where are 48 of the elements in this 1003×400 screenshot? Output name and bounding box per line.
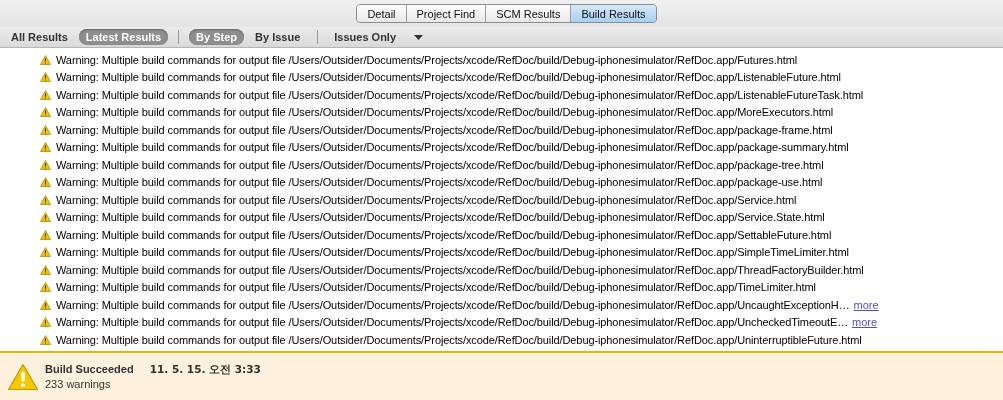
warning-icon (40, 54, 51, 65)
warning-icon (40, 177, 51, 188)
tab[interactable]: Build Results (570, 5, 656, 22)
warning-icon (40, 194, 51, 205)
warning-message: Warning: Multiple build commands for output file /Users/Outsider/Documents/Projects/xcode/RefDoc/build/Debug-iphonesimulator/RefDoc.app/ListenableFutureTask.html (56, 88, 864, 101)
warning-icon (40, 142, 51, 153)
warning-message: Warning: Multiple build commands for output file /Users/Outsider/Documents/Projects/xcode/RefDoc/build/Debug-iphonesimulator/RefDoc.app/SimpleTimeLimiter.html (56, 246, 849, 259)
warning-message: Warning: Multiple build commands for output file /Users/Outsider/Documents/Projects/xcode/RefDoc/build/Debug-iphonesimulator/RefDoc.app/package-frame.html (56, 123, 833, 136)
warning-icon (40, 159, 51, 170)
warning-icon (40, 107, 51, 118)
warning-icon (40, 229, 51, 240)
warning-icon (40, 317, 51, 328)
caret-icon (414, 34, 424, 40)
warning-icon (40, 299, 51, 310)
more-link[interactable]: more (852, 316, 878, 329)
warning-icon (40, 89, 51, 100)
tab[interactable]: Detail (357, 5, 406, 22)
warning-message: Warning: Multiple build commands for output file /Users/Outsider/Documents/Projects/xcode/RefDoc/build/Debug-iphonesimulator/RefDoc.app/ListenableFuture.html (56, 71, 841, 84)
warning-icon (40, 247, 51, 258)
warning-message: Warning: Multiple build commands for output file /Users/Outsider/Documents/Projects/xcode/RefDoc/build/Debug-iphonesimulator/RefDoc.app/TimeLimiter.html (56, 281, 816, 294)
warning-message: Warning: Multiple build commands for output file /Users/Outsider/Documents/Projects/xcode/RefDoc/build/Debug-iphonesimulator/RefDoc.app/UncaughtExceptionH… (56, 298, 850, 311)
more-link[interactable]: more (853, 298, 879, 311)
warning-icon (40, 212, 51, 223)
tab[interactable]: Project Find (405, 5, 486, 22)
warning-message: Warning: Multiple build commands for output file /Users/Outsider/Documents/Projects/xcode/RefDoc/build/Debug-iphonesimulator/RefDoc.app/Service.State.html (56, 211, 825, 224)
warning-message: Warning: Multiple build commands for output file /Users/Outsider/Documents/Projects/xcode/RefDoc/build/Debug-iphonesimulator/RefDoc.app/Futures.html (56, 53, 798, 66)
warning-icon (7, 362, 39, 391)
warning-message: Warning: Multiple build commands for output file /Users/Outsider/Documents/Projects/xcode/RefDoc/build/Debug-iphonesimulator/RefDoc.app/UninterruptibleFuture.html (56, 333, 862, 346)
warning-message: Warning: Multiple build commands for output file /Users/Outsider/Documents/Projects/xcode/RefDoc/build/Debug-iphonesimulator/RefDoc.app/UncheckedTimeoutE… (56, 316, 849, 329)
build-status: Build Succeeded (45, 363, 134, 377)
warning-message: Warning: Multiple build commands for output file /Users/Outsider/Documents/Projects/xcode/RefDoc/build/Debug-iphonesimulator/RefDoc.app/MoreExecutors.html (56, 106, 834, 119)
warning-icon (40, 334, 51, 345)
warning-icon (40, 264, 51, 275)
warning-message: Warning: Multiple build commands for output file /Users/Outsider/Documents/Projects/xcode/RefDoc/build/Debug-iphonesimulator/RefDoc.app/package-tree.html (56, 158, 824, 171)
warning-message: Warning: Multiple build commands for output file /Users/Outsider/Documents/Projects/xcode/RefDoc/build/Debug-iphonesimulator/RefDoc.app/package-summary.html (56, 141, 849, 154)
tab[interactable]: SCM Results (485, 5, 571, 22)
build-time: 11. 5. 15. 오전 3:33 (149, 363, 261, 377)
warning-message: Warning: Multiple build commands for output file /Users/Outsider/Documents/Projects/xcode/RefDoc/build/Debug-iphonesimulator/RefDoc.app/Service.html (56, 193, 797, 206)
warning-message: Warning: Multiple build commands for output file /Users/Outsider/Documents/Projects/xcode/RefDoc/build/Debug-iphonesimulator/RefDoc.app/package-use.html (56, 176, 823, 189)
filter-button[interactable]: All Results (4, 29, 75, 45)
warning-count: 233 warnings (45, 378, 112, 390)
warning-icon (40, 72, 51, 83)
warning-icon (40, 282, 51, 293)
issues-dropdown[interactable]: Issues Only (328, 29, 430, 45)
warning-message: Warning: Multiple build commands for output file /Users/Outsider/Documents/Projects/xcode/RefDoc/build/Debug-iphonesimulator/RefDoc.app/SettableFuture.html (56, 228, 832, 241)
warning-message: Warning: Multiple build commands for output file /Users/Outsider/Documents/Projects/xcode/RefDoc/build/Debug-iphonesimulator/RefDoc.app/ThreadFactoryBuilder.html (56, 263, 864, 276)
grouping-button[interactable]: By Issue (248, 29, 308, 45)
warning-icon (40, 124, 51, 135)
